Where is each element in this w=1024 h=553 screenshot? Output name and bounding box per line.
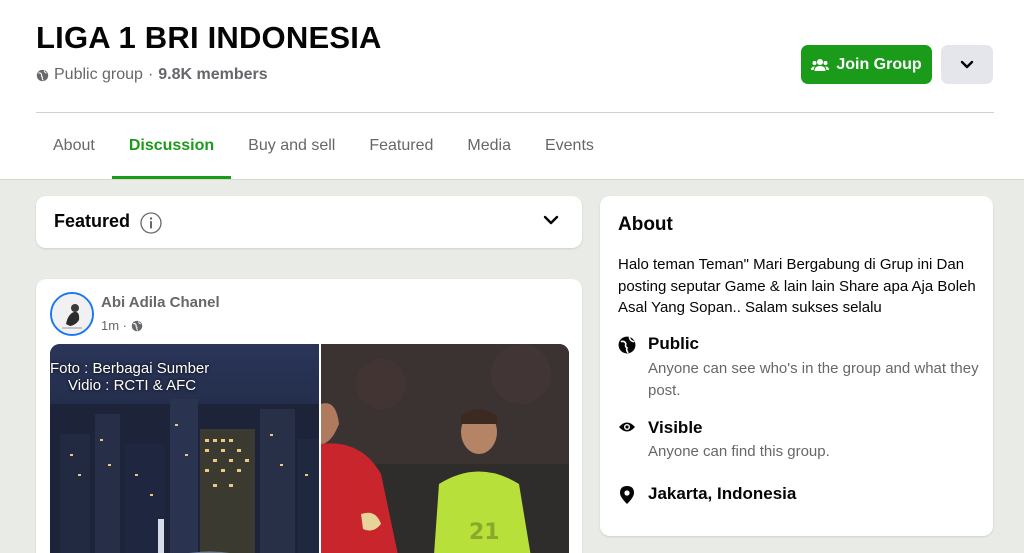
caption-line: Vidio : RCTI & AFC — [68, 377, 197, 394]
tab-discussion[interactable]: Discussion — [111, 113, 232, 179]
globe-icon — [131, 320, 143, 331]
group-title: LIGA 1 BRI INDONESIA — [36, 20, 382, 55]
globe-icon — [618, 336, 636, 354]
eye-icon — [619, 422, 635, 432]
join-group-label: Join Group — [836, 55, 922, 73]
more-options-button[interactable] — [941, 45, 993, 84]
location-pin-icon — [620, 486, 634, 504]
tab-label: Buy and sell — [248, 137, 336, 154]
tab-label: Discussion — [128, 137, 215, 154]
post-image-players[interactable]: 21 — [321, 344, 569, 553]
group-tabs: About Discussion Buy and sell Featured M… — [36, 113, 611, 179]
info-icon[interactable] — [140, 212, 162, 234]
featured-label: Featured — [54, 211, 131, 231]
meta-separator: · — [147, 66, 154, 83]
about-card: About Halo teman Teman" Mari Bergabung d… — [600, 196, 993, 536]
tab-media[interactable]: Media — [450, 113, 528, 179]
avatar[interactable] — [50, 292, 94, 336]
football-players-image: 21 — [321, 344, 569, 553]
about-title: About — [618, 214, 673, 235]
privacy-description: Anyone can see who's in the group and wh… — [648, 360, 979, 399]
post-time-label[interactable]: 1m · — [101, 318, 127, 333]
post-author[interactable]: Abi Adila Chanel — [101, 294, 220, 311]
chevron-down-icon[interactable] — [543, 214, 559, 226]
join-group-button[interactable]: Join Group — [801, 45, 932, 84]
avatar-image — [52, 294, 92, 334]
globe-icon — [36, 69, 49, 81]
tab-about[interactable]: About — [36, 113, 112, 179]
tab-label: Featured — [369, 137, 434, 154]
post-timestamp: 1m · — [101, 318, 143, 333]
post-image-city[interactable]: Foto : Berbagai Sumber Vidio : RCTI & AF… — [50, 344, 319, 553]
media-caption: Foto : Berbagai Sumber Vidio : RCTI & AF… — [50, 360, 209, 394]
location-label[interactable]: Jakarta, Indonesia — [648, 484, 796, 504]
tab-featured[interactable]: Featured — [352, 113, 450, 179]
tab-label: About — [53, 137, 95, 154]
privacy-title: Public — [648, 334, 700, 353]
featured-card[interactable]: Featured — [36, 196, 582, 248]
chevron-down-icon — [960, 60, 974, 68]
visibility-description: Anyone can find this group. — [648, 443, 830, 460]
group-meta: Public group · 9.8K members — [36, 66, 268, 84]
visibility-title: Visible — [648, 418, 703, 437]
member-count[interactable]: 9.8K members — [158, 66, 267, 84]
tab-label: Events — [544, 137, 594, 154]
post-card: Abi Adila Chanel 1m · Foto: Berbagai Su… — [36, 279, 582, 553]
tab-buy-and-sell[interactable]: Buy and sell — [231, 113, 352, 179]
group-icon — [811, 58, 830, 71]
about-description: Halo teman Teman" Mari Bergabung di Grup… — [618, 256, 976, 316]
svg-text:21: 21 — [469, 520, 500, 545]
tab-label: Media — [467, 137, 511, 154]
group-header: LIGA 1 BRI INDONESIA Public group · 9.8K… — [0, 0, 1024, 180]
caption-line: Foto : Berbagai Sumber — [50, 360, 210, 377]
privacy-label: Public group — [54, 66, 143, 83]
tab-events[interactable]: Events — [528, 113, 611, 179]
